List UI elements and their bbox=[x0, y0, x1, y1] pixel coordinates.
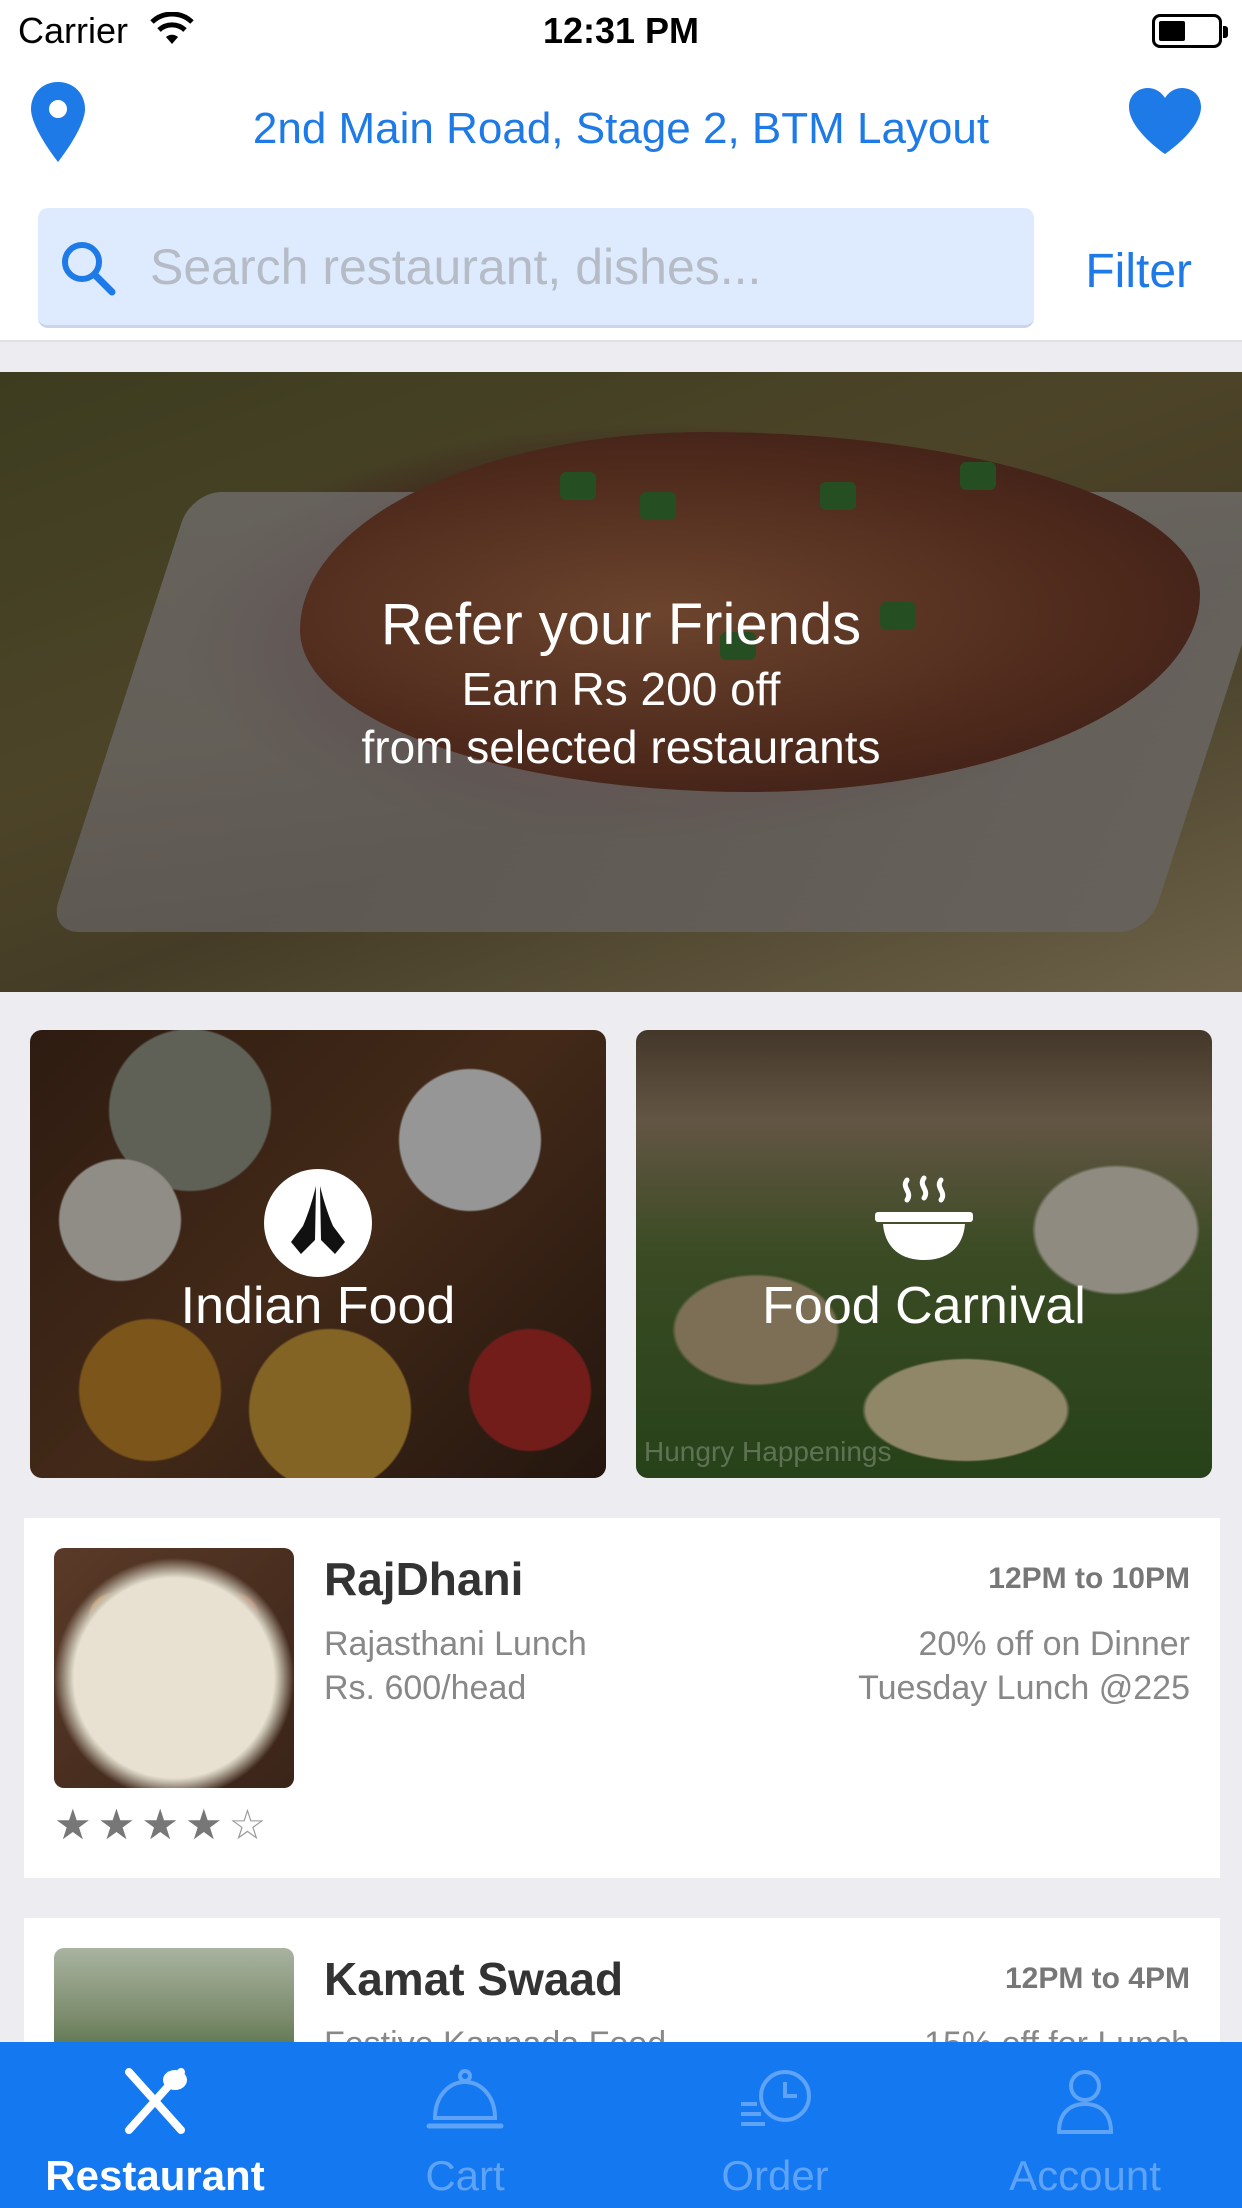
restaurant-offers: 20% off on Dinner Tuesday Lunch @225 bbox=[858, 1622, 1190, 1710]
restaurant-description: Rajasthani Lunch Rs. 600/head bbox=[324, 1622, 587, 1710]
referral-banner[interactable]: Refer your Friends Earn Rs 200 off from … bbox=[0, 372, 1242, 992]
filter-button[interactable]: Filter bbox=[1085, 244, 1192, 299]
restaurant-name: Kamat Swaad bbox=[324, 1953, 624, 2005]
rating-stars: ★★★★☆ bbox=[54, 1800, 272, 1849]
image-watermark: Hungry Happenings bbox=[644, 1436, 892, 1467]
tab-cart[interactable]: Cart bbox=[310, 2042, 620, 2208]
banner-title: Refer your Friends bbox=[380, 592, 862, 657]
restaurant-thumbnail bbox=[54, 1548, 294, 1788]
restaurant-hours: 12PM to 10PM bbox=[988, 1562, 1190, 1595]
offer-line-1: 20% off on Dinner bbox=[918, 1625, 1190, 1663]
restaurant-name: RajDhani bbox=[324, 1553, 524, 1605]
order-clock-icon bbox=[741, 2070, 811, 2126]
tab-label: Order bbox=[721, 2152, 829, 2199]
location-address[interactable]: 2nd Main Road, Stage 2, BTM Layout bbox=[0, 104, 1242, 154]
star-empty-icon: ☆ bbox=[228, 1801, 273, 1848]
offer-line-2: Tuesday Lunch @225 bbox=[858, 1669, 1190, 1707]
star-filled-icon: ★ bbox=[97, 1801, 142, 1848]
star-filled-icon: ★ bbox=[184, 1801, 229, 1848]
category-label: Indian Food bbox=[180, 1277, 456, 1335]
description-line-1: Rajasthani Lunch bbox=[324, 1625, 587, 1663]
favorites-heart-icon[interactable] bbox=[1126, 86, 1204, 156]
restaurant-hours: 12PM to 4PM bbox=[1004, 1962, 1190, 1995]
user-icon bbox=[1056, 2070, 1114, 2134]
search-input[interactable] bbox=[150, 232, 1010, 302]
battery-icon bbox=[1152, 14, 1228, 48]
category-label: Food Carnival bbox=[762, 1277, 1086, 1335]
search-icon bbox=[62, 242, 116, 296]
tab-label: Restaurant bbox=[45, 2152, 265, 2199]
clock: 12:31 PM bbox=[542, 10, 700, 51]
fork-spoon-icon bbox=[125, 2068, 187, 2134]
tab-bar: Restaurant Cart Order Account bbox=[0, 2042, 1242, 2208]
banner-text: Refer your Friends Earn Rs 200 off from … bbox=[0, 590, 1242, 776]
description-line-2: Rs. 600/head bbox=[324, 1669, 527, 1707]
category-food-carnival[interactable]: Food Carnival Hungry Happenings bbox=[636, 1030, 1212, 1478]
tab-label: Account bbox=[1009, 2152, 1161, 2199]
steaming-bowl-icon bbox=[875, 1175, 973, 1260]
status-bar: Carrier 12:31 PM bbox=[0, 0, 1242, 64]
star-filled-icon: ★ bbox=[141, 1801, 185, 1848]
star-filled-icon: ★ bbox=[54, 1801, 98, 1848]
header: 2nd Main Road, Stage 2, BTM Layout bbox=[0, 64, 1242, 194]
tab-account[interactable]: Account bbox=[930, 2042, 1240, 2208]
search-box[interactable] bbox=[38, 208, 1034, 328]
banner-line-2: from selected restaurants bbox=[361, 721, 881, 773]
cloche-icon bbox=[426, 2069, 504, 2129]
category-indian-food[interactable]: Indian Food bbox=[30, 1030, 606, 1478]
restaurant-card[interactable]: RajDhani 12PM to 10PM Rajasthani Lunch R… bbox=[24, 1518, 1220, 1878]
banner-line-1: Earn Rs 200 off bbox=[461, 663, 781, 715]
namaste-hands-icon bbox=[264, 1169, 372, 1277]
tab-order[interactable]: Order bbox=[620, 2042, 930, 2208]
tab-restaurant[interactable]: Restaurant bbox=[0, 2042, 310, 2208]
tab-label: Cart bbox=[425, 2152, 505, 2199]
search-row: Filter bbox=[0, 194, 1242, 342]
